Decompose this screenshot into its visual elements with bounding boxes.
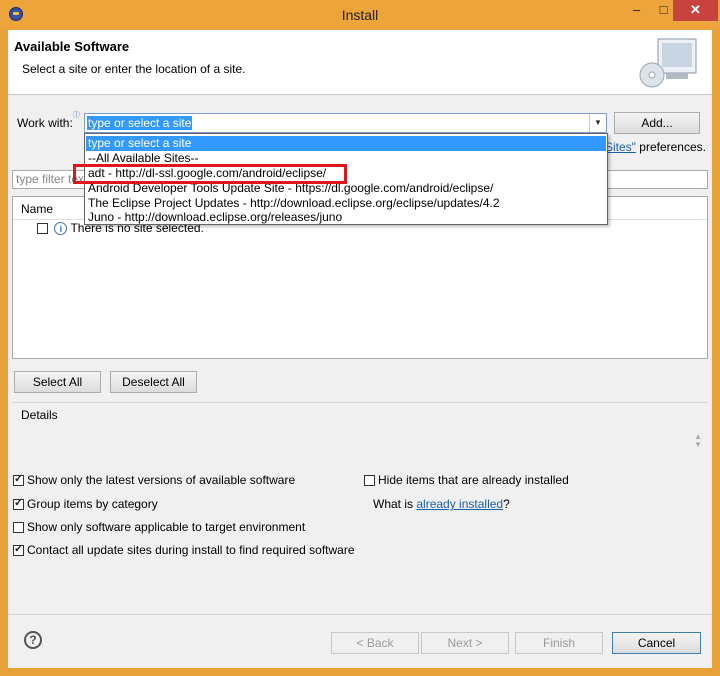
latest-versions-label: Show only the latest versions of availab… [27,473,296,487]
deselect-all-button[interactable]: Deselect All [110,371,197,393]
latest-versions-checkbox[interactable] [13,472,24,487]
install-window: Install – □ ✕ Available Software Select … [0,0,720,676]
install-banner-icon [639,38,697,88]
finish-button[interactable]: Finish [515,632,603,654]
chevron-down-icon[interactable]: ▼ [589,114,606,132]
contact-sites-checkbox[interactable] [13,542,24,557]
target-env-option[interactable]: Show only software applicable to target … [13,520,305,534]
what-is-text: What is [373,497,414,511]
group-by-category-option[interactable]: Group items by category [13,496,158,511]
close-button[interactable]: ✕ [673,0,718,21]
available-sites-link[interactable]: Sites" [605,140,636,154]
latest-versions-option[interactable]: Show only the latest versions of availab… [13,472,296,487]
work-with-info-icon: ⓘ [73,112,80,119]
select-all-button[interactable]: Select All [14,371,101,393]
dropdown-item[interactable]: Juno - http://download.eclipse.org/relea… [86,210,606,225]
name-column-header[interactable]: Name [21,202,53,216]
dropdown-item[interactable]: The Eclipse Project Updates - http://dow… [86,196,606,211]
back-button[interactable]: < Back [331,632,419,654]
what-is-installed: What is already installed? [373,497,510,511]
window-title: Install [341,7,379,23]
details-scroll-arrows[interactable]: ▲ ▼ [694,433,702,449]
page-description: Select a site or enter the location of a… [22,62,246,76]
group-by-category-label: Group items by category [27,497,158,511]
minimize-button[interactable]: – [623,0,650,21]
hide-installed-checkbox[interactable] [364,475,375,487]
preferences-text: preferences. [639,140,706,154]
target-env-label: Show only software applicable to target … [27,520,306,534]
already-installed-link[interactable]: already installed [416,497,503,511]
target-env-checkbox[interactable] [13,522,24,534]
page-title: Available Software [14,39,130,54]
dialog-header: Available Software Select a site or ente… [8,30,712,95]
details-label: Details [21,408,58,422]
dropdown-item[interactable]: type or select a site [86,136,606,151]
red-highlight-box [73,164,347,184]
next-button[interactable]: Next > [421,632,509,654]
details-panel: Details ▲ ▼ [12,402,708,468]
footer-separator [8,614,712,615]
title-bar: Install – □ ✕ [0,0,720,30]
sites-preferences: Sites" preferences. [605,140,706,154]
work-with-label: Work with: [17,116,73,130]
help-icon[interactable]: ? [24,631,42,649]
contact-sites-label: Contact all update sites during install … [27,543,355,557]
hide-installed-label: Hide items that are already installed [378,473,569,487]
cancel-button[interactable]: Cancel [612,632,701,654]
group-by-category-checkbox[interactable] [13,496,24,511]
hide-installed-option[interactable]: Hide items that are already installed [364,473,569,487]
row-checkbox[interactable] [37,223,48,235]
work-with-input[interactable]: type or select a site [87,116,193,130]
contact-sites-option[interactable]: Contact all update sites during install … [13,542,355,557]
question-mark: ? [503,497,510,511]
add-button[interactable]: Add... [614,112,700,134]
dialog-client: Available Software Select a site or ente… [8,30,712,668]
info-icon: i [54,222,68,236]
work-with-combo[interactable]: type or select a site ▼ [84,113,607,133]
